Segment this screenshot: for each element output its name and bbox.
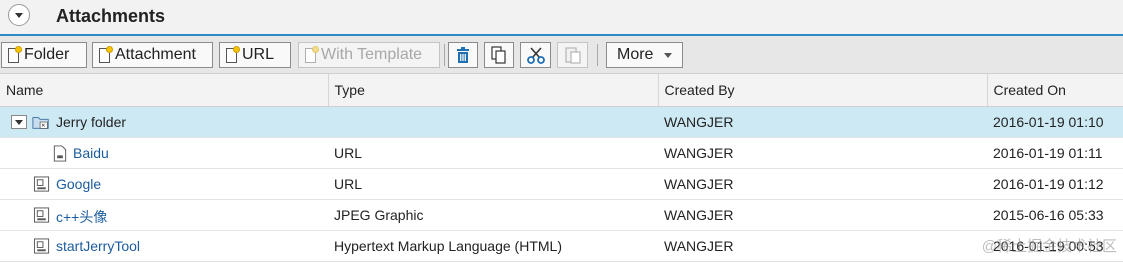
toolbar-separator bbox=[597, 44, 598, 66]
row-name-link[interactable]: c++头像 bbox=[56, 207, 107, 227]
toolbar: Folder Attachment URL With Template More bbox=[0, 36, 1123, 74]
created-on-cell: 2015-06-16 05:33 bbox=[987, 199, 1123, 231]
delete-button[interactable] bbox=[448, 42, 478, 68]
document-icon bbox=[53, 144, 67, 162]
new-folder-button[interactable]: Folder bbox=[1, 42, 87, 68]
row-name-link[interactable]: Baidu bbox=[73, 145, 109, 161]
chevron-down-icon bbox=[15, 119, 23, 125]
table-row[interactable]: Google URL WANGJER 2016-01-19 01:12 bbox=[0, 168, 1123, 200]
new-folder-label: Folder bbox=[24, 46, 70, 63]
attachment-icon bbox=[33, 237, 50, 254]
collapse-toggle-button[interactable] bbox=[8, 4, 30, 26]
toolbar-separator bbox=[444, 44, 445, 66]
row-name-link[interactable]: startJerryTool bbox=[56, 238, 140, 254]
column-header-created-by[interactable]: Created By bbox=[658, 74, 988, 107]
attachments-table: Name Type Created By Created On Jerry fo… bbox=[0, 74, 1123, 262]
type-cell: JPEG Graphic bbox=[328, 199, 658, 231]
paste-icon bbox=[564, 47, 581, 64]
trash-icon bbox=[457, 47, 469, 63]
paste-button[interactable] bbox=[557, 42, 588, 68]
new-document-icon bbox=[226, 45, 240, 64]
type-cell: Hypertext Markup Language (HTML) bbox=[328, 230, 658, 262]
created-by-cell: WANGJER bbox=[658, 199, 987, 231]
table-row[interactable]: Jerry folder WANGJER 2016-01-19 01:10 bbox=[0, 106, 1123, 138]
type-cell: URL bbox=[328, 137, 658, 169]
new-document-icon bbox=[99, 45, 113, 64]
copy-icon bbox=[491, 46, 506, 64]
name-cell: Baidu bbox=[0, 137, 328, 169]
row-name-link[interactable]: Google bbox=[56, 176, 101, 192]
with-template-button[interactable]: With Template bbox=[298, 42, 440, 68]
attachment-icon bbox=[33, 206, 50, 223]
caret-down-icon bbox=[664, 52, 673, 58]
created-on-cell: 2016-01-19 01:10 bbox=[987, 106, 1123, 138]
created-by-cell: WANGJER bbox=[658, 106, 987, 138]
table-row[interactable]: Baidu URL WANGJER 2016-01-19 01:11 bbox=[0, 137, 1123, 169]
name-cell: startJerryTool bbox=[0, 230, 328, 262]
tree-expander[interactable] bbox=[11, 114, 27, 129]
column-header-created-on[interactable]: Created On bbox=[987, 74, 1123, 107]
folder-icon bbox=[32, 116, 49, 129]
more-label: More bbox=[617, 46, 654, 63]
created-by-cell: WANGJER bbox=[658, 230, 987, 262]
type-cell bbox=[328, 106, 658, 138]
watermark: @稀土掘金技术社区 bbox=[981, 238, 1117, 255]
new-url-label: URL bbox=[242, 46, 275, 63]
scissors-icon bbox=[526, 47, 545, 64]
new-url-button[interactable]: URL bbox=[219, 42, 291, 68]
new-attachment-label: Attachment bbox=[115, 46, 196, 63]
panel-title: Attachments bbox=[56, 6, 166, 26]
row-name: Jerry folder bbox=[56, 113, 127, 130]
created-on-cell: 2016-01-19 01:11 bbox=[987, 137, 1123, 169]
new-attachment-button[interactable]: Attachment bbox=[92, 42, 213, 68]
table-row[interactable]: startJerryTool Hypertext Markup Language… bbox=[0, 230, 1123, 262]
column-header-name[interactable]: Name bbox=[0, 74, 329, 107]
more-menu-button[interactable]: More bbox=[606, 42, 683, 68]
cut-button[interactable] bbox=[520, 42, 551, 68]
column-header-type[interactable]: Type bbox=[328, 74, 659, 107]
new-document-icon bbox=[8, 45, 22, 64]
name-cell: Google bbox=[0, 168, 328, 200]
with-template-label: With Template bbox=[321, 46, 423, 63]
attachments-panel-header: Attachments bbox=[0, 0, 1123, 36]
new-document-icon bbox=[305, 45, 319, 64]
created-by-cell: WANGJER bbox=[658, 168, 987, 200]
name-cell: c++头像 bbox=[0, 199, 328, 231]
name-cell: Jerry folder bbox=[0, 106, 328, 138]
table-header-row: Name Type Created By Created On bbox=[0, 74, 1123, 107]
attachment-icon bbox=[33, 175, 50, 192]
copy-button[interactable] bbox=[484, 42, 514, 68]
created-by-cell: WANGJER bbox=[658, 137, 987, 169]
table-row[interactable]: c++头像 JPEG Graphic WANGJER 2015-06-16 05… bbox=[0, 199, 1123, 231]
type-cell: URL bbox=[328, 168, 658, 200]
chevron-down-icon bbox=[15, 13, 23, 18]
created-on-cell: 2016-01-19 01:12 bbox=[987, 168, 1123, 200]
